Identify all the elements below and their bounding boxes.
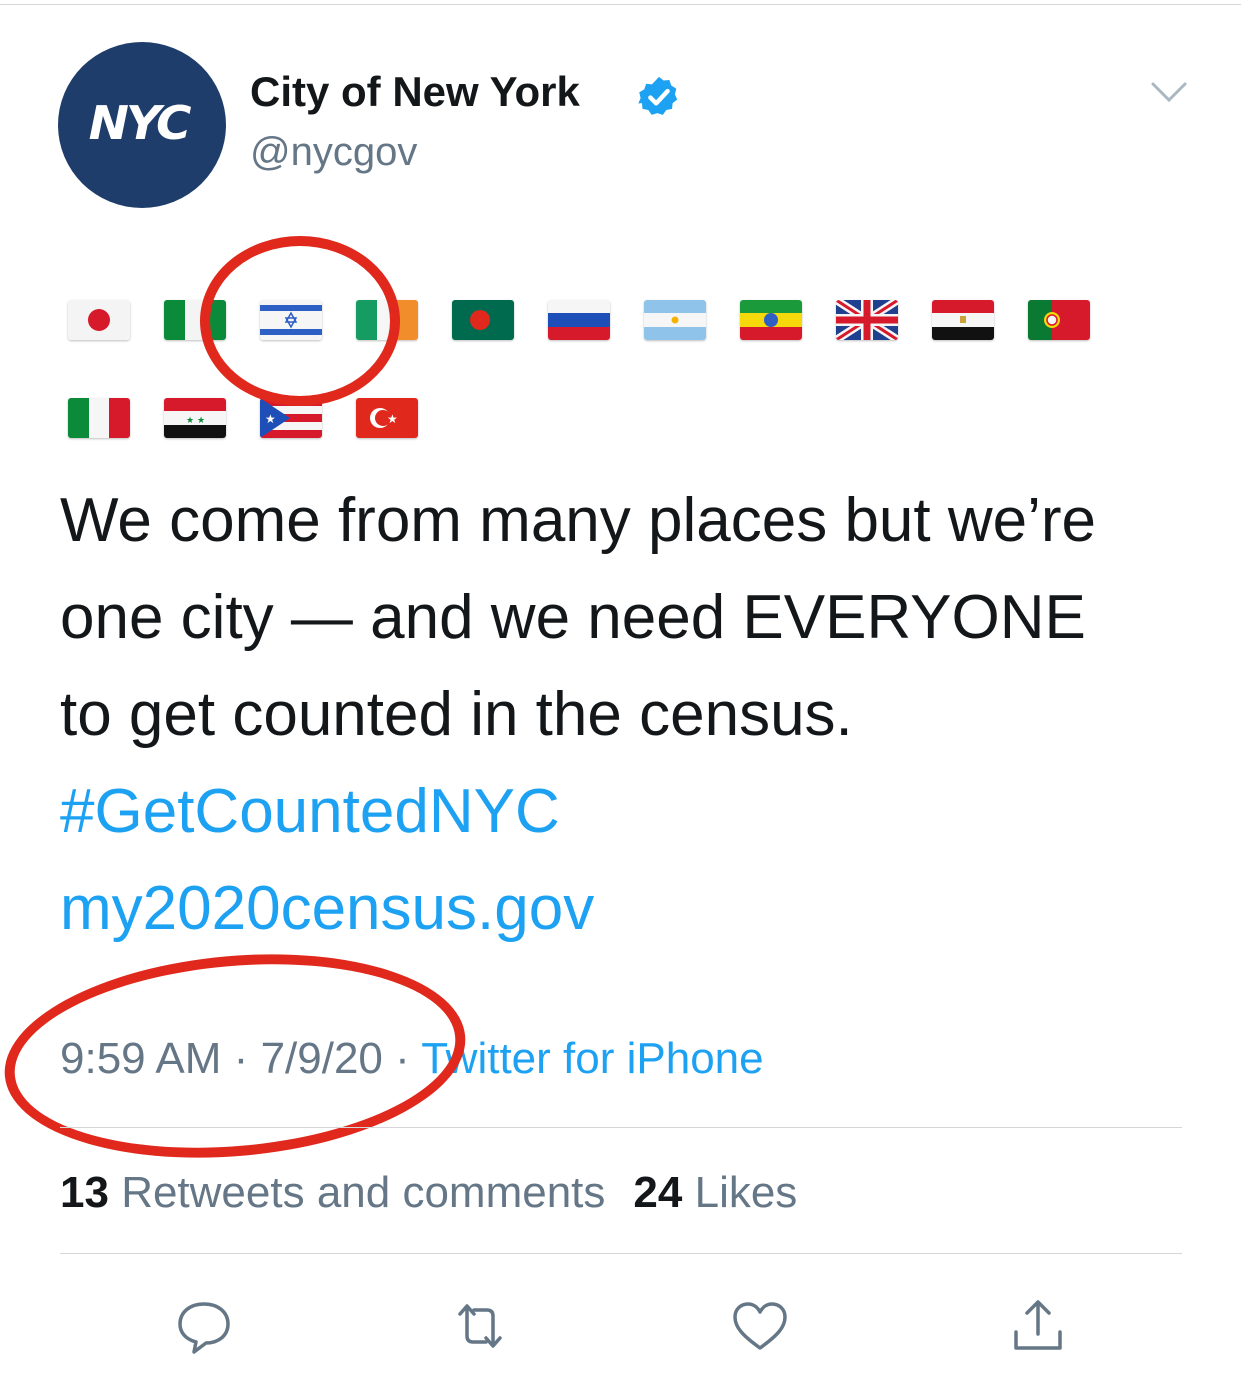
- divider: [60, 1127, 1182, 1128]
- russia-flag: [548, 300, 610, 340]
- tweet-text-line: one city — and we need EVERYONE: [60, 583, 1086, 652]
- turkey-flag: ★: [356, 398, 418, 438]
- tweet-text-line: We come from many places but we’re: [60, 486, 1097, 555]
- retweets-count: 13: [60, 1168, 109, 1217]
- likes-count: 24: [633, 1168, 683, 1217]
- retweets-label: Retweets and comments: [121, 1168, 606, 1217]
- ethiopia-flag: [740, 300, 802, 340]
- top-divider: [0, 4, 1241, 5]
- svg-text:★: ★: [197, 416, 205, 426]
- tweet-source-link[interactable]: Twitter for iPhone: [421, 1034, 763, 1083]
- svg-text:★: ★: [387, 412, 398, 426]
- syria-flag: ★ ★: [164, 398, 226, 438]
- like-icon[interactable]: [728, 1294, 792, 1358]
- avatar[interactable]: NYC: [58, 42, 226, 208]
- avatar-logo-text: NYC: [88, 96, 191, 150]
- chevron-down-icon[interactable]: [1150, 80, 1188, 104]
- svg-text:★: ★: [186, 416, 194, 426]
- svg-text:★: ★: [265, 412, 276, 426]
- retweets-stat[interactable]: 13 Retweets and comments: [60, 1168, 605, 1217]
- likes-stat[interactable]: 24 Likes: [633, 1168, 797, 1217]
- likes-label: Likes: [694, 1168, 798, 1217]
- reply-icon[interactable]: [172, 1294, 236, 1358]
- united-kingdom-flag: [836, 300, 898, 340]
- japan-flag: [68, 300, 130, 340]
- verified-badge-icon: [638, 76, 678, 115]
- share-icon[interactable]: [1006, 1294, 1070, 1358]
- census-link[interactable]: my2020census.gov: [60, 878, 594, 940]
- bangladesh-flag: [452, 300, 514, 340]
- user-handle[interactable]: @nycgov: [250, 130, 417, 175]
- display-name[interactable]: City of New York: [250, 68, 580, 116]
- divider: [60, 1253, 1182, 1254]
- italy-flag: [68, 398, 130, 438]
- portugal-flag: [1028, 300, 1090, 340]
- argentina-flag: [644, 300, 706, 340]
- engagement-stats: 13 Retweets and comments 24 Likes: [60, 1168, 797, 1218]
- annotation-circle: [200, 236, 400, 406]
- retweet-icon[interactable]: [448, 1294, 512, 1358]
- tweet-text-line: to get counted in the census.: [60, 680, 853, 749]
- egypt-flag: [932, 300, 994, 340]
- annotation-ellipse: [0, 936, 474, 1176]
- hashtag-link[interactable]: #GetCountedNYC: [60, 781, 560, 843]
